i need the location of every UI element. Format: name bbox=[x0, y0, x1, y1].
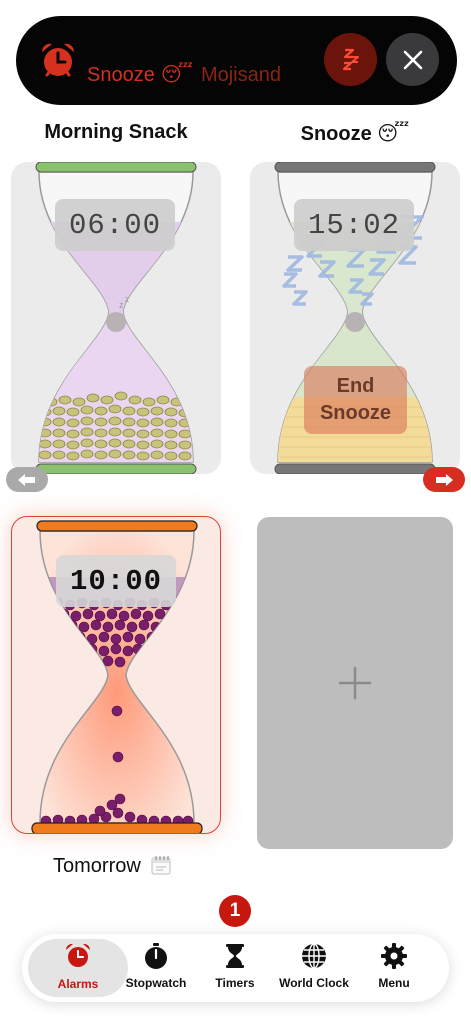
alarm-clock-icon bbox=[65, 943, 91, 967]
tab-world-clock[interactable]: World Clock bbox=[272, 934, 356, 1002]
arrow-left-icon bbox=[18, 473, 35, 486]
close-button[interactable] bbox=[386, 33, 439, 86]
alarm-card-tomorrow[interactable]: 10:00 bbox=[11, 516, 221, 834]
alarm-card-morning-snack[interactable]: z z 06:00 bbox=[11, 162, 221, 474]
tab-label: Menu bbox=[378, 976, 410, 990]
alarm-time[interactable]: 15:02 bbox=[294, 199, 414, 251]
tab-label: Alarms bbox=[57, 977, 99, 991]
snooze-banner: Snooze 😴 Mojisand bbox=[16, 16, 457, 105]
svg-text:z: z bbox=[125, 295, 129, 304]
svg-text:z: z bbox=[119, 300, 124, 310]
end-snooze-label-line1: End bbox=[336, 375, 375, 397]
end-snooze-label-line2: Snooze bbox=[319, 402, 392, 424]
banner-title-text: Snooze bbox=[87, 64, 155, 86]
tab-timers[interactable]: Timers bbox=[193, 934, 277, 1002]
alarm-card-snooze[interactable]: 15:02 End Snooze bbox=[250, 162, 460, 474]
notification-badge: 1 bbox=[219, 895, 251, 927]
stopwatch-icon bbox=[145, 943, 167, 969]
zzz-icon bbox=[342, 48, 359, 70]
alarm-repeat-label-text: Tomorrow bbox=[53, 855, 141, 877]
tab-bar: Alarms Stopwatch Timers World Clock Menu bbox=[22, 934, 449, 1002]
alarm-clock-icon bbox=[41, 43, 75, 77]
alarm-time[interactable]: 10:00 bbox=[56, 555, 176, 607]
alarm-time[interactable]: 06:00 bbox=[55, 199, 175, 251]
close-icon bbox=[403, 50, 422, 69]
move-right-button[interactable] bbox=[423, 467, 465, 492]
gear-icon bbox=[381, 943, 407, 969]
alarm-title: Snooze 😴 bbox=[300, 123, 410, 145]
alarm-repeat-label: Tomorrow bbox=[53, 854, 172, 878]
add-alarm-button[interactable] bbox=[257, 517, 453, 849]
tab-stopwatch[interactable]: Stopwatch bbox=[114, 934, 198, 1002]
arrow-right-icon bbox=[436, 473, 453, 486]
end-snooze-button[interactable]: End Snooze bbox=[304, 366, 407, 434]
banner-title: Snooze 😴 Mojisand bbox=[87, 62, 281, 87]
banner-subtitle: Mojisand bbox=[200, 64, 281, 86]
tab-alarms[interactable]: Alarms bbox=[28, 939, 128, 997]
calendar-icon bbox=[151, 856, 171, 875]
tab-menu[interactable]: Menu bbox=[352, 934, 436, 1002]
sleeping-emoji: 😴 bbox=[160, 64, 193, 86]
tab-label: Stopwatch bbox=[125, 976, 187, 990]
move-left-button[interactable] bbox=[6, 467, 48, 492]
alarm-title: Morning Snack bbox=[44, 121, 188, 143]
tab-label: World Clock bbox=[279, 976, 349, 990]
snooze-button[interactable] bbox=[324, 33, 377, 86]
plus-icon bbox=[338, 666, 372, 700]
hourglass-icon bbox=[226, 944, 244, 968]
tab-label: Timers bbox=[215, 976, 255, 990]
globe-icon bbox=[302, 943, 326, 969]
